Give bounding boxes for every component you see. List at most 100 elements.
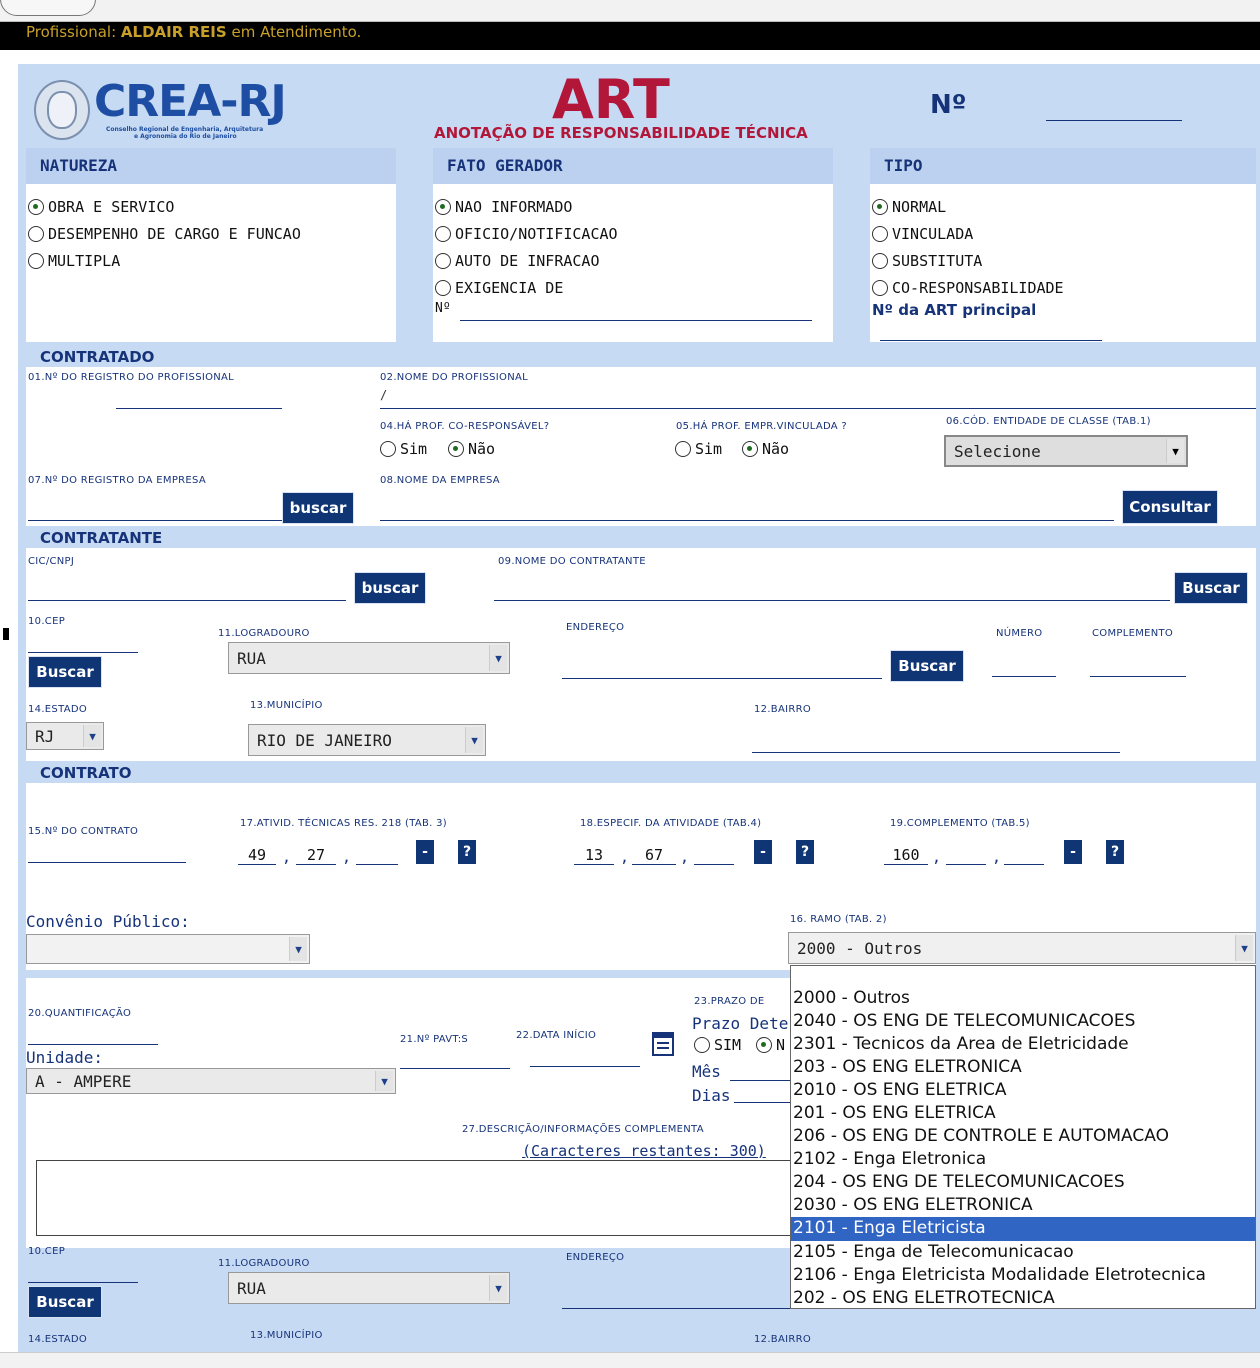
estado-select[interactable]: RJ ▼ [26, 722, 104, 750]
chevron-down-icon[interactable]: ▼ [465, 727, 483, 753]
f19-help-button[interactable]: ? [1106, 840, 1124, 864]
radio-icon[interactable] [380, 441, 396, 457]
complemento-input[interactable] [1090, 676, 1186, 677]
fato-option-exigencia[interactable]: EXIGENCIA DE [435, 279, 563, 297]
ramo-option[interactable]: 2000 - Outros [791, 987, 1255, 1010]
f08-input[interactable] [380, 520, 1114, 521]
prazo-sim[interactable]: SIM [694, 1036, 741, 1054]
f05-sim[interactable]: Sim [675, 440, 722, 458]
radio-icon[interactable] [872, 280, 888, 296]
radio-icon[interactable] [435, 226, 451, 242]
ramo-option[interactable]: 2101 - Enga Eletricista [791, 1217, 1255, 1241]
endereco2-input[interactable] [562, 1308, 790, 1309]
f17-code-1[interactable]: 49 [238, 846, 276, 865]
ramo-option[interactable]: 202 - OS ENG ELETROTECNICA [791, 1287, 1255, 1310]
f19-remove-button[interactable]: - [1064, 840, 1082, 864]
buscar-endereco-button[interactable]: Buscar [890, 650, 964, 682]
ramo-option[interactable]: 201 - OS ENG ELETRICA [791, 1102, 1255, 1125]
f01-input[interactable] [116, 408, 282, 409]
ramo-option[interactable]: 204 - OS ENG DE TELECOMUNICACOES [791, 1171, 1255, 1194]
f19-code-2[interactable] [946, 846, 986, 865]
f18-remove-button[interactable]: - [754, 840, 772, 864]
f17-help-button[interactable]: ? [458, 840, 476, 864]
fato-option-nao-informado[interactable]: NAO INFORMADO [435, 198, 572, 216]
bairro-input[interactable] [752, 752, 1120, 753]
natureza-option-obra[interactable]: OBRA E SERVICO [28, 198, 174, 216]
chevron-down-icon[interactable]: ▼ [289, 937, 307, 961]
chevron-down-icon[interactable]: ▼ [489, 645, 507, 671]
radio-icon[interactable] [28, 226, 44, 242]
f19-code-1[interactable]: 160 [884, 846, 928, 865]
f21-input[interactable] [400, 1068, 510, 1069]
chevron-down-icon[interactable]: ▼ [83, 725, 101, 747]
natureza-option-multipla[interactable]: MULTIPLA [28, 252, 120, 270]
radio-selected-icon[interactable] [742, 441, 758, 457]
calendar-icon[interactable] [652, 1032, 674, 1056]
radio-icon[interactable] [435, 253, 451, 269]
fato-number-input[interactable] [460, 320, 812, 321]
ramo-option[interactable]: 2010 - OS ENG ELETRICA [791, 1079, 1255, 1102]
f17-code-2[interactable]: 27 [296, 846, 336, 865]
f04-sim[interactable]: Sim [380, 440, 427, 458]
radio-icon[interactable] [675, 441, 691, 457]
chevron-down-icon[interactable]: ▼ [489, 1275, 507, 1301]
ramo-option[interactable]: 2102 - Enga Eletronica [791, 1148, 1255, 1171]
ramo-option[interactable]: 2301 - Tecnicos da Area de Eletricidade [791, 1033, 1255, 1056]
tipo-option-co-resp[interactable]: CO-RESPONSABILIDADE [872, 279, 1064, 297]
dias-input[interactable] [734, 1102, 790, 1103]
municipio-select[interactable]: RIO DE JANEIRO ▼ [248, 724, 486, 756]
tipo-option-vinculada[interactable]: VINCULADA [872, 225, 973, 243]
ramo-select[interactable]: 2000 - Outros ▼ [788, 932, 1256, 964]
f17-code-3[interactable] [356, 846, 398, 865]
f04-nao[interactable]: Não [448, 440, 495, 458]
radio-selected-icon[interactable] [435, 199, 451, 215]
buscar-empresa-button[interactable]: buscar [282, 492, 354, 524]
f15-input[interactable] [28, 862, 186, 863]
unidade-select[interactable]: A - AMPERE ▼ [26, 1068, 396, 1094]
ramo-option[interactable]: 203 - OS ENG ELETRONICA [791, 1056, 1255, 1079]
f22-input[interactable] [530, 1066, 640, 1067]
f18-code-2[interactable]: 67 [632, 846, 676, 865]
cic-input[interactable] [28, 600, 346, 601]
radio-icon[interactable] [435, 280, 451, 296]
endereco-input[interactable] [562, 678, 882, 679]
fato-option-oficio[interactable]: OFICIO/NOTIFICACAO [435, 225, 618, 243]
ramo-option[interactable]: 206 - OS ENG DE CONTROLE E AUTOMACAO [791, 1125, 1255, 1148]
f05-nao[interactable]: Não [742, 440, 789, 458]
buscar-contratante-button[interactable]: Buscar [1174, 572, 1248, 604]
ramo-option[interactable]: 2106 - Enga Eletricista Modalidade Eletr… [791, 1264, 1255, 1287]
ramo-dropdown-list[interactable]: 2000 - Outros 2040 - OS ENG DE TELECOMUNI… [790, 965, 1256, 1309]
buscar-cep-button[interactable]: Buscar [28, 656, 102, 688]
logradouro-select[interactable]: RUA ▼ [228, 642, 510, 674]
radio-icon[interactable] [872, 226, 888, 242]
f20-input[interactable] [28, 1044, 158, 1045]
f18-code-3[interactable] [694, 846, 734, 865]
radio-selected-icon[interactable] [448, 441, 464, 457]
radio-selected-icon[interactable] [872, 199, 888, 215]
consultar-button[interactable]: Consultar [1122, 490, 1218, 524]
tipo-option-substituta[interactable]: SUBSTITUTA [872, 252, 982, 270]
f19-code-3[interactable] [1004, 846, 1044, 865]
radio-selected-icon[interactable] [756, 1037, 772, 1053]
chevron-down-icon[interactable]: ▼ [1235, 935, 1253, 961]
entidade-select[interactable]: Selecione ▼ [944, 435, 1188, 467]
radio-selected-icon[interactable] [28, 199, 44, 215]
back-button-edge[interactable] [0, 0, 96, 16]
radio-icon[interactable] [28, 253, 44, 269]
f09-input[interactable] [494, 600, 1170, 601]
convenio-select[interactable]: ▼ [26, 934, 310, 964]
logradouro2-select[interactable]: RUA ▼ [228, 1272, 510, 1304]
buscar-cic-button[interactable]: buscar [354, 572, 426, 604]
ramo-option[interactable]: 2040 - OS ENG DE TELECOMUNICACOES [791, 1010, 1255, 1033]
fato-option-auto[interactable]: AUTO DE INFRACAO [435, 252, 600, 270]
cep-input[interactable] [28, 652, 138, 653]
numero-input[interactable] [992, 676, 1056, 677]
f02-input[interactable] [380, 408, 1256, 409]
ramo-option[interactable]: 2105 - Enga de Telecomunicacao [791, 1241, 1255, 1264]
natureza-option-desempenho[interactable]: DESEMPENHO DE CARGO E FUNCAO [28, 225, 301, 243]
buscar-cep2-button[interactable]: Buscar [28, 1286, 102, 1318]
ramo-option[interactable]: 2030 - OS ENG ELETRONICA [791, 1194, 1255, 1217]
art-principal-input[interactable] [880, 340, 1102, 341]
chevron-down-icon[interactable]: ▼ [1166, 439, 1184, 463]
radio-icon[interactable] [694, 1037, 710, 1053]
